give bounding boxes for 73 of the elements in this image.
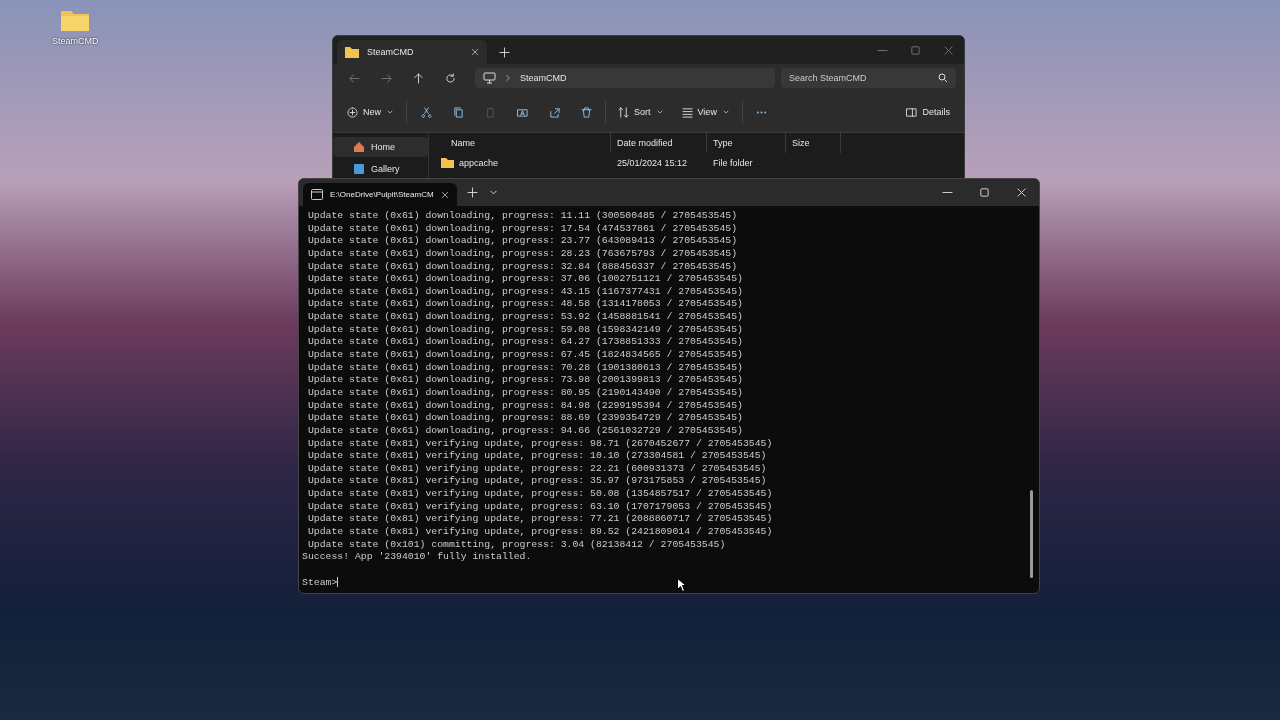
output-line: Update state (0x61) downloading, progress: 43.15 (1167377431 / 2705453545) (306, 285, 744, 299)
sidebar-item[interactable]: Gallery (333, 159, 428, 179)
output-line: Update state (0x61) downloading, progress: 32.84 (888456337 / 2705453545) (306, 260, 739, 274)
share-icon[interactable] (548, 106, 560, 118)
command-prompt[interactable]: Steam> (302, 576, 338, 588)
output-line: Update state (0x81) verifying update, progress: 50.08 (1354857517 / 2705453545) (306, 488, 774, 501)
new-button[interactable]: New (341, 102, 400, 122)
output-line: Update state (0x61) downloading, progress: 37.06 (1002751121 / 2705453545) (306, 273, 744, 286)
output-line: Update state (0x81) verifying update, progress: 22.21 (600931373 / 2705453545) (306, 462, 768, 476)
output-line: Update state (0x81) verifying update, progress: 35.97 (973175853 / 2705453545) (306, 475, 768, 489)
output-line: Update state (0x61) downloading, progress: 17.54 (474537861 / 2705453545) (306, 222, 739, 236)
column-header[interactable]: Size (786, 133, 841, 153)
new-tab-icon[interactable] (466, 187, 478, 198)
output-line: Update state (0x81) verifying update, progress: 77.21 (2088860717 / 2705453545) (306, 513, 774, 526)
output-line: Update state (0x61) downloading, progress: 53.92 (1458881541 / 2705453545) (306, 311, 744, 324)
sort-button[interactable]: Sort (612, 102, 670, 122)
output-line: Update state (0x61) downloading, progress: 94.66 (2561032729 / 2705453545) (306, 424, 744, 438)
type-cell-text: File folder (712, 158, 754, 168)
caret-icon[interactable] (721, 108, 730, 116)
output-line: Update state (0x61) downloading, progress: 80.95 (2190143490 / 2705453545) (306, 386, 744, 400)
list-icon[interactable] (681, 106, 693, 118)
caret-icon[interactable] (655, 108, 664, 116)
output-line: Update state (0x61) downloading, progress: 70.28 (1901380613 / 2705453545) (306, 361, 744, 375)
address-bar[interactable]: SteamCMD (475, 68, 775, 88)
explorer-tab[interactable]: SteamCMD (337, 40, 487, 64)
output-line: Update state (0x61) downloading, progress: 64.27 (1738851333 / 2705453545) (306, 336, 744, 350)
folder-icon (345, 46, 359, 58)
up-icon[interactable] (412, 72, 424, 84)
column-header[interactable]: Name (429, 133, 611, 153)
output-line: Update state (0x81) verifying update, progress: 63.10 (1707179053 / 2705453545) (306, 500, 774, 514)
output-line: Update state (0x61) downloading, progress: 28.23 (763675793 / 2705453545) (306, 247, 739, 261)
new-tab-icon[interactable] (499, 47, 510, 58)
monitor-icon (483, 72, 496, 84)
output-line: Update state (0x61) downloading, progress: 88.69 (2399354729 / 2705453545) (306, 412, 744, 425)
scrollbar-thumb[interactable] (1030, 490, 1033, 578)
output-line: Update state (0x61) downloading, progress: 73.98 (2001399813 / 2705453545) (306, 374, 744, 387)
terminal-tab[interactable]: E:\OneDrive\Pulpit\SteamCM (303, 183, 457, 206)
details-button[interactable]: Details (900, 102, 956, 122)
file-name[interactable]: appcache (459, 158, 499, 168)
output-line: Update state (0x81) verifying update, progress: 98.71 (2670452677 / 2705453545) (306, 437, 774, 451)
picture-icon (353, 163, 365, 175)
sort-icon[interactable] (618, 106, 629, 118)
sidebar-item[interactable]: Home (333, 137, 428, 157)
output-line: Success! App '2394010' fully installed. (302, 551, 533, 564)
trash-icon[interactable] (580, 106, 592, 118)
output-line: Update state (0x61) downloading, progress: 59.08 (1598342149 / 2705453545) (306, 323, 744, 337)
back-icon[interactable] (348, 72, 360, 84)
output-line: Update state (0x61) downloading, progress: 48.58 (1314178053 / 2705453545) (306, 298, 744, 312)
panel-icon[interactable] (906, 106, 918, 118)
search-field[interactable]: Search SteamCMD (781, 68, 956, 88)
output-line: Update state (0x61) downloading, progress: 11.11 (300500485 / 2705453545) (306, 210, 739, 223)
forward-icon[interactable] (380, 72, 392, 84)
view-button[interactable]: View (675, 102, 736, 122)
chevron-icon[interactable] (504, 74, 512, 82)
caret-icon[interactable] (386, 108, 394, 116)
output-line: Update state (0x81) verifying update, progress: 89.52 (2421809014 / 2705453545) (306, 526, 774, 539)
output-line: Update state (0x61) downloading, progress: 67.45 (1824834565 / 2705453545) (306, 349, 744, 362)
rename-icon[interactable] (516, 106, 528, 118)
search-icon (938, 73, 948, 83)
house-icon (353, 141, 365, 153)
output-line: Update state (0x61) downloading, progress: 23.77 (643089413 / 2705453545) (306, 235, 739, 248)
output-line: Update state (0x101) committing, progress: 3.04 (82138412 / 2705453545) (306, 538, 727, 552)
refresh-icon[interactable] (444, 72, 456, 84)
date-cell-text: 25/01/2024 15:12 (616, 158, 689, 168)
column-header[interactable]: Type (707, 133, 786, 153)
breadcrumb[interactable]: SteamCMD (520, 73, 567, 83)
terminal-icon (311, 189, 323, 200)
output-line: Update state (0x61) downloading, progress: 84.98 (2299195394 / 2705453545) (306, 399, 744, 413)
scissors-icon[interactable] (420, 106, 432, 118)
folder-icon (441, 158, 454, 168)
copy-icon[interactable] (452, 106, 464, 118)
column-header[interactable]: Date modified (611, 133, 707, 153)
output-line: Update state (0x81) verifying update, progress: 10.10 (273304581 / 2705453545) (306, 450, 768, 463)
